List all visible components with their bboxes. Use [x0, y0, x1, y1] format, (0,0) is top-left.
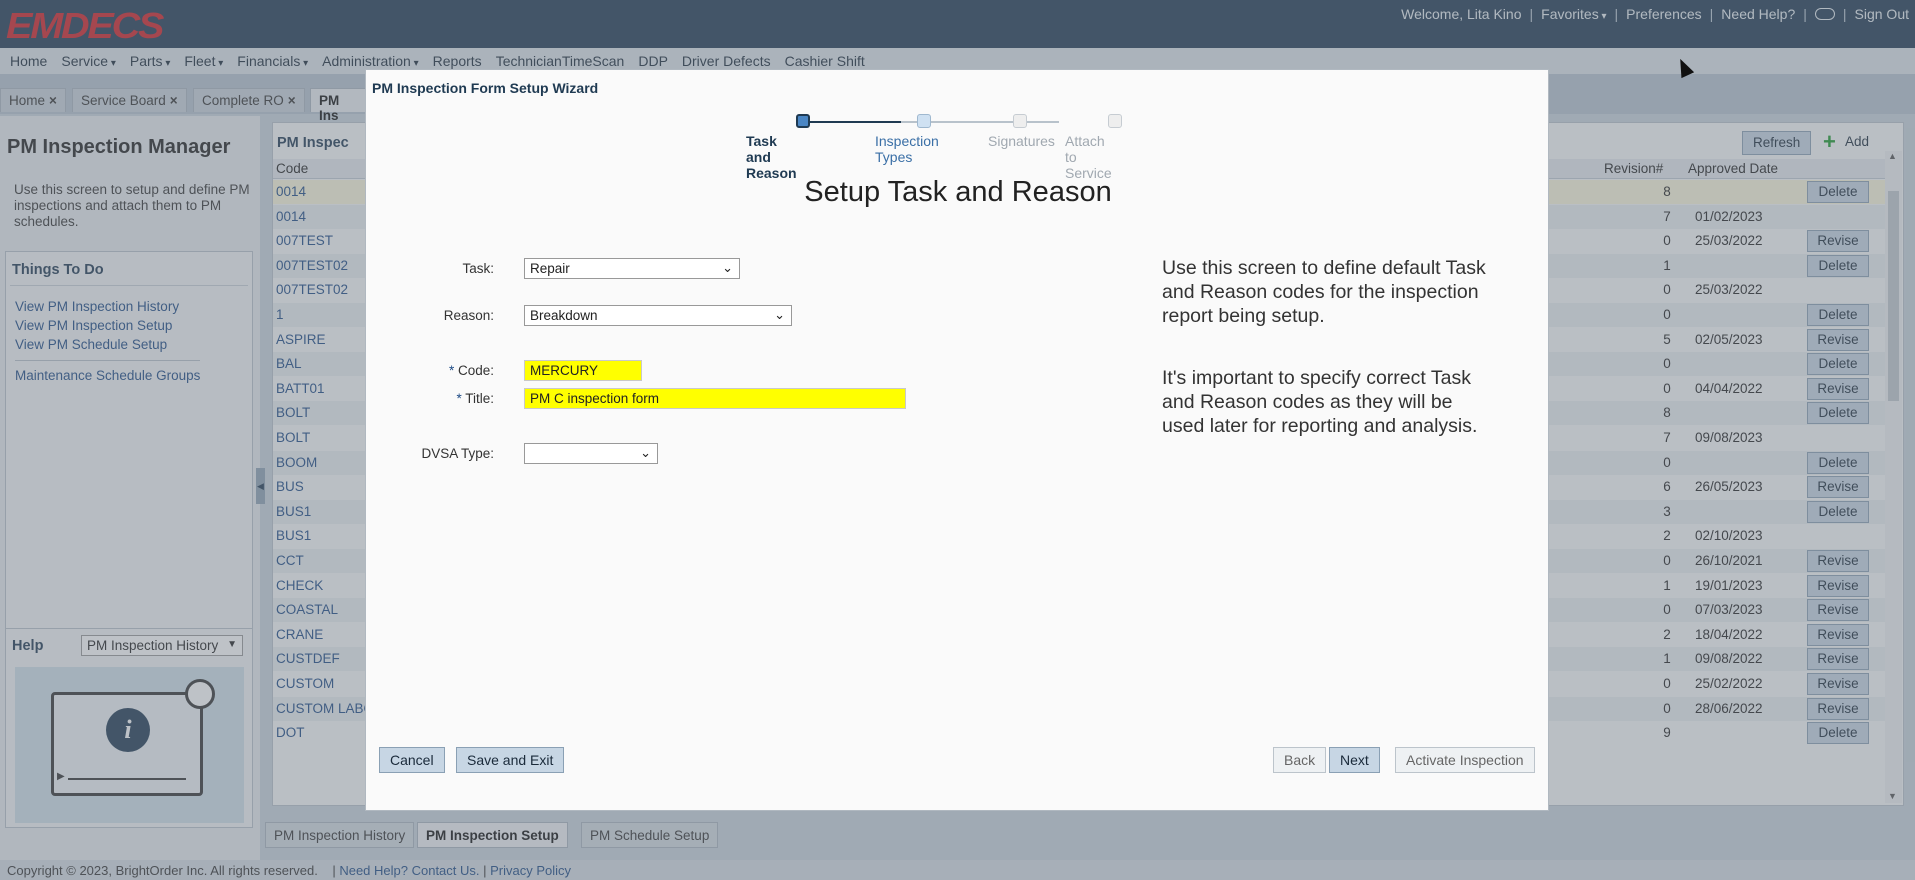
code-label-text: Code:: [457, 363, 494, 378]
title-input[interactable]: PM C inspection form: [524, 388, 906, 409]
back-button[interactable]: Back: [1273, 747, 1327, 773]
chevron-down-icon: ⌄: [774, 307, 785, 322]
reason-value: Breakdown: [530, 308, 598, 323]
step-1-indicator: [796, 114, 810, 128]
step-task-and-reason: Task and Reason: [746, 133, 797, 181]
cancel-button[interactable]: Cancel: [379, 747, 445, 773]
help-text-2: It's important to specify correct Task a…: [1162, 367, 1478, 437]
task-label: Task:: [462, 261, 494, 276]
title-label-text: Title:: [465, 391, 494, 406]
step-3-indicator: [1013, 114, 1027, 128]
dvsa-type-label: DVSA Type:: [421, 446, 494, 461]
save-and-exit-button[interactable]: Save and Exit: [456, 747, 565, 773]
code-label: * Code:: [448, 363, 494, 378]
step-attach-to-service: Attach to Service: [1065, 133, 1112, 181]
setup-wizard-dialog: PM Inspection Form Setup Wizard Task and…: [365, 69, 1549, 811]
reason-label: Reason:: [443, 308, 494, 323]
step-signatures: Signatures: [988, 133, 1055, 149]
dialog-title: PM Inspection Form Setup Wizard: [372, 80, 599, 96]
reason-select[interactable]: Breakdown ⌄: [524, 305, 792, 326]
step-2-indicator: [917, 114, 931, 128]
chevron-down-icon: ⌄: [722, 260, 733, 275]
setup-heading: Setup Task and Reason: [804, 176, 1112, 208]
step-inspection-types: Inspection Types: [875, 133, 939, 165]
title-label: * Title:: [456, 391, 494, 406]
help-text-1: Use this screen to define default Task a…: [1162, 257, 1486, 327]
activate-inspection-button[interactable]: Activate Inspection: [1395, 747, 1535, 773]
code-input[interactable]: MERCURY: [524, 360, 642, 381]
next-button[interactable]: Next: [1329, 747, 1380, 773]
chevron-down-icon: ⌄: [640, 445, 651, 460]
task-value: Repair: [530, 261, 570, 276]
dvsa-type-select[interactable]: ⌄: [524, 443, 658, 464]
step-connector: [803, 121, 901, 123]
step-4-indicator: [1108, 114, 1122, 128]
task-select[interactable]: Repair ⌄: [524, 258, 740, 279]
